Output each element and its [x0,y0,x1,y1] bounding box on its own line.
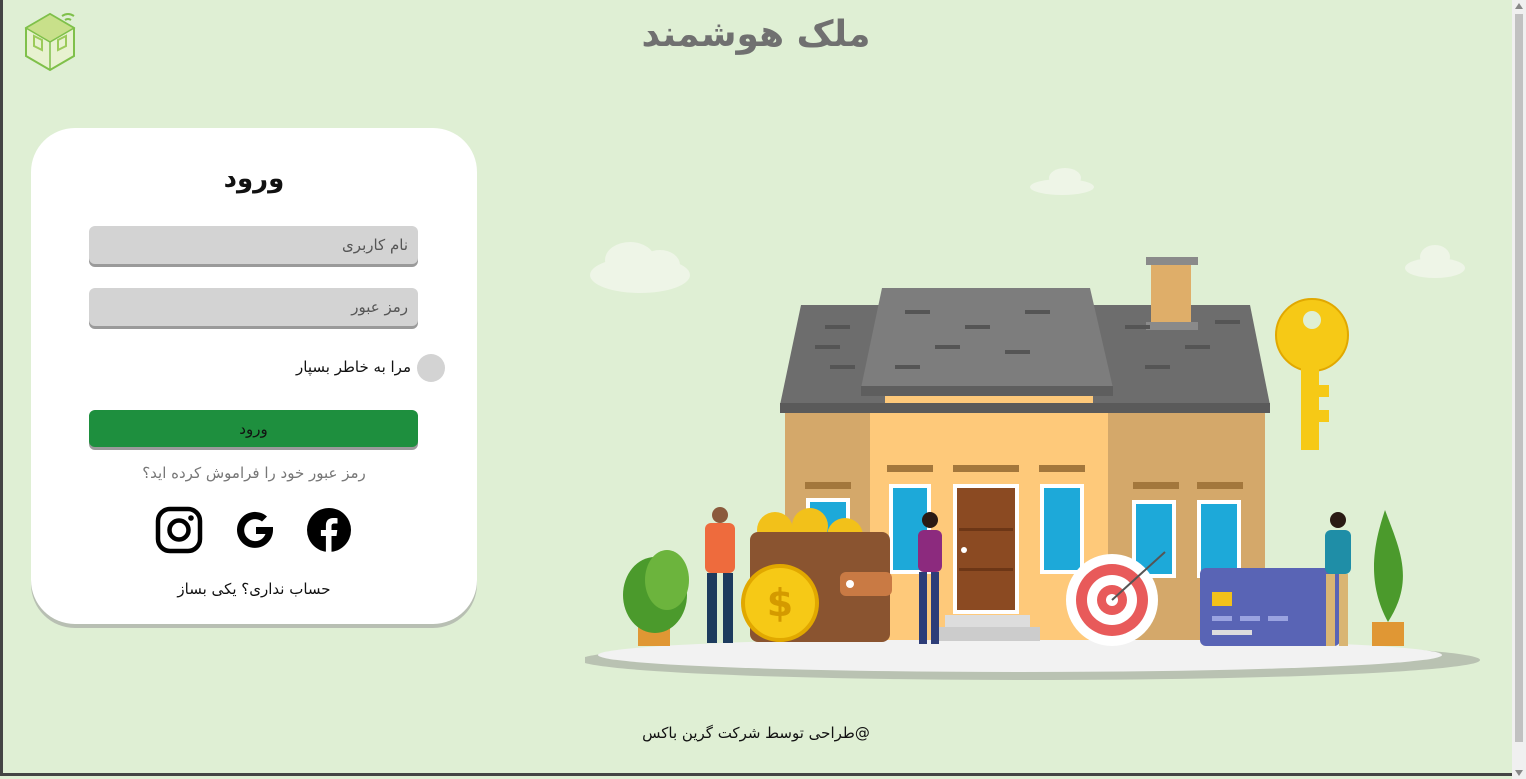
login-heading: ورود [223,164,285,194]
scrollbar-thumb[interactable] [1515,14,1523,742]
footer-credit: @طراحی توسط شرکت گرین باکس [642,724,870,742]
svg-text:$: $ [767,581,793,625]
google-icon[interactable] [231,506,279,554]
remember-me-toggle[interactable] [417,354,445,382]
instagram-icon[interactable] [155,506,203,554]
login-button[interactable]: ورود [89,410,418,447]
house-illustration: $ [585,168,1480,680]
password-input[interactable] [89,288,418,326]
username-input[interactable] [89,226,418,264]
signup-link[interactable]: حساب نداری؟ یکی بساز [31,580,477,598]
scroll-up-icon[interactable] [1515,3,1523,9]
facebook-icon[interactable] [305,506,353,554]
social-login-row [155,506,355,554]
forgot-password-link[interactable]: رمز عبور خود را فراموش کرده اید؟ [31,464,477,482]
remember-me-label: مرا به خاطر بسپار [296,358,411,376]
scrollbar[interactable] [1512,0,1526,779]
remember-me[interactable]: مرا به خاطر بسپار [291,354,451,384]
page-title: ملک هوشمند [641,14,871,55]
scroll-down-icon[interactable] [1515,770,1523,776]
login-card: ورود مرا به خاطر بسپار ورود رمز عبور خود… [31,128,477,624]
